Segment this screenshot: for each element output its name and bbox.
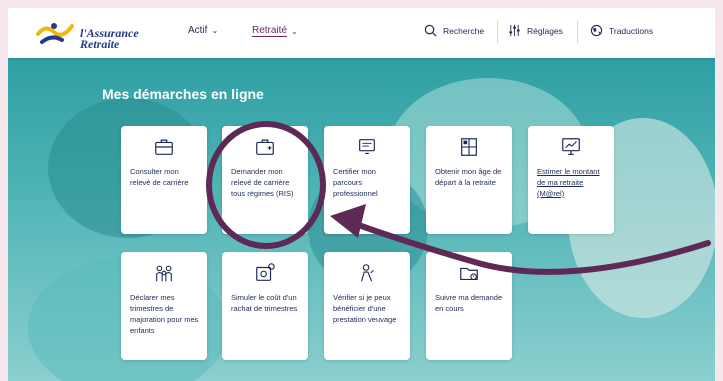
logo-wordmark: l'Assurance Retraite [80,27,139,51]
card-label: Demander mon relevé de carrière tous rég… [231,167,294,198]
nav-actif-label: Actif [188,25,208,36]
search-icon [424,24,437,37]
translations-button[interactable]: Traductions [590,24,653,37]
nav-actif[interactable]: Actif ⌄ [188,25,218,36]
screenshot-frame: l'Assurance Retraite Actif ⌄ Retraité ⌄ … [8,8,715,381]
card-label: Simuler le coût d'un rachat de trimestre… [231,293,298,313]
chevron-down-icon: ⌄ [211,26,219,35]
card-demander-ris[interactable]: Demander mon relevé de carrière tous rég… [222,126,308,234]
folder-clock-icon [460,267,478,281]
search-button[interactable]: Recherche [424,24,484,37]
card-age-depart[interactable]: Obtenir mon âge de départ à la retraite [426,126,512,234]
card-certifier-parcours[interactable]: Certifier mon parcours professionnel [324,126,410,234]
chart-screen-icon [562,138,580,155]
calendar-grid-icon [461,138,477,156]
card-label: Déclarer mes trimestres de majoration po… [130,293,199,335]
chevron-down-icon: ⌄ [291,26,298,36]
nav-retraite[interactable]: Retraité ⌄ [252,25,298,37]
person-icon [360,264,374,282]
family-icon [156,265,172,282]
sliders-icon [509,24,520,37]
search-label: Recherche [443,25,485,36]
globe-icon [590,24,603,37]
nav-retraite-label: Retraité [252,25,288,37]
card-consulter-releve[interactable]: Consulter mon relevé de carrière [121,126,207,234]
logo-line-2: Retraite [80,37,120,51]
monitor-icon [359,139,375,155]
card-label: Suivre ma demande en cours [435,293,503,313]
header-divider [577,20,578,44]
card-label: Obtenir mon âge de départ à la retraite [435,167,502,187]
settings-label: Réglages [527,25,563,36]
card-suivre-demande[interactable]: Suivre ma demande en cours [426,252,512,360]
section-title: Mes démarches en ligne [102,86,264,102]
calculator-icon [256,263,275,281]
card-prestation-veuvage[interactable]: Vérifier si je peux bénéficier d'une pre… [324,252,410,360]
card-label[interactable]: Estimer le montant de ma retraite (M@rel… [537,166,608,199]
card-declarer-trimestres[interactable]: Déclarer mes trimestres de majoration po… [121,252,207,360]
briefcase-icon [155,139,173,155]
assurance-retraite-logo[interactable]: l'Assurance Retraite [32,14,152,54]
briefcase-plus-icon [256,139,274,155]
site-header: l'Assurance Retraite Actif ⌄ Retraité ⌄ … [8,8,715,58]
settings-button[interactable]: Réglages [508,24,563,37]
card-label: Certifier mon parcours professionnel [333,167,378,198]
card-label: Vérifier si je peux bénéficier d'une pre… [333,293,397,324]
header-divider [497,20,498,44]
card-simuler-rachat[interactable]: Simuler le coût d'un rachat de trimestre… [222,252,308,360]
card-label: Consulter mon relevé de carrière [130,167,189,187]
card-estimer-montant[interactable]: Estimer le montant de ma retraite (M@rel… [528,126,614,234]
logo-mark-icon [36,23,74,44]
translations-label: Traductions [609,25,654,36]
